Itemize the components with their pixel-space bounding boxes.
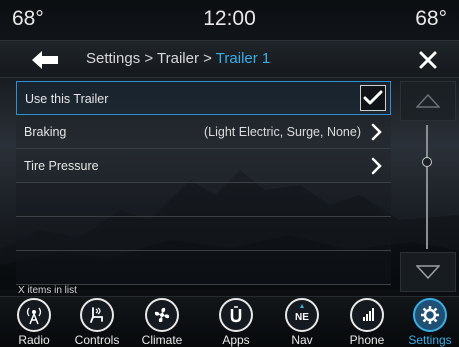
- nav-label: Nav: [291, 333, 313, 347]
- compass-ne-icon: NE: [285, 298, 319, 332]
- nav-phone[interactable]: Phone: [337, 298, 397, 347]
- list-item-empty: [16, 251, 391, 285]
- back-arrow-icon: [32, 51, 58, 69]
- nav-apps[interactable]: Apps: [206, 298, 266, 347]
- list-item-value: (Light Electric, Surge, None): [203, 125, 361, 139]
- nav-label: Phone: [349, 333, 385, 347]
- checkmark-icon: [363, 90, 383, 105]
- close-icon: [419, 51, 437, 69]
- scroll-track[interactable]: [426, 125, 428, 249]
- use-trailer-checkbox[interactable]: [360, 85, 386, 111]
- settings-list: Use this Trailer Braking (Light Electric…: [16, 81, 391, 285]
- nav-nav[interactable]: NE Nav: [272, 298, 332, 347]
- breadcrumb: Settings > Trailer > Trailer 1: [86, 50, 270, 67]
- scroll-down-button[interactable]: [400, 252, 456, 292]
- list-item-braking[interactable]: Braking (Light Electric, Surge, None): [16, 115, 391, 149]
- nav-settings[interactable]: Settings: [400, 298, 459, 347]
- items-count: X items in list: [18, 285, 77, 296]
- scrollbar: [400, 81, 459, 294]
- breadcrumb-path: Settings > Trailer >: [86, 50, 216, 67]
- nav-label: Settings: [408, 333, 452, 347]
- triangle-down-icon: [416, 265, 440, 279]
- nav-controls[interactable]: Controls: [67, 298, 127, 347]
- scroll-up-button[interactable]: [400, 81, 456, 121]
- seat-controls-icon: [80, 298, 114, 332]
- list-item-empty: [16, 217, 391, 251]
- chevron-right-icon: [371, 123, 382, 141]
- triangle-up-icon: [416, 94, 440, 108]
- nav-label: Controls: [74, 333, 120, 347]
- nav-climate[interactable]: Climate: [132, 298, 192, 347]
- nav-radio[interactable]: Radio: [4, 298, 64, 347]
- list-item-empty: [16, 183, 391, 217]
- compass-glyph: NE: [295, 312, 309, 323]
- nav-label: Radio: [18, 333, 50, 347]
- radio-antenna-icon: [17, 298, 51, 332]
- list-item-label: Use this Trailer: [25, 92, 109, 106]
- list-item-label: Tire Pressure: [24, 159, 99, 173]
- passenger-temperature[interactable]: 68°: [415, 7, 447, 31]
- close-button[interactable]: [411, 45, 445, 75]
- screen: 68° 12:00 68° Settings > Trailer > Trail…: [0, 0, 459, 347]
- list-item-tire-pressure[interactable]: Tire Pressure: [16, 149, 391, 183]
- nav-label: Climate: [141, 333, 183, 347]
- breadcrumb-current: Trailer 1: [215, 50, 271, 67]
- list-item-use-this-trailer[interactable]: Use this Trailer: [16, 81, 391, 115]
- bottom-nav: Radio Controls Climate Apps NE Nav Phone…: [0, 296, 459, 347]
- clock: 12:00: [203, 7, 256, 30]
- apps-u-icon: [219, 298, 253, 332]
- gear-icon: [413, 298, 447, 332]
- scroll-thumb[interactable]: [422, 157, 432, 167]
- nav-label: Apps: [222, 333, 250, 347]
- back-button[interactable]: [14, 45, 76, 75]
- climate-fan-icon: [145, 298, 179, 332]
- header-bar: Settings > Trailer > Trailer 1: [0, 40, 459, 78]
- list-item-label: Braking: [24, 125, 67, 139]
- phone-signal-icon: [350, 298, 384, 332]
- status-bar: 68° 12:00 68°: [0, 0, 459, 40]
- chevron-right-icon: [371, 157, 382, 175]
